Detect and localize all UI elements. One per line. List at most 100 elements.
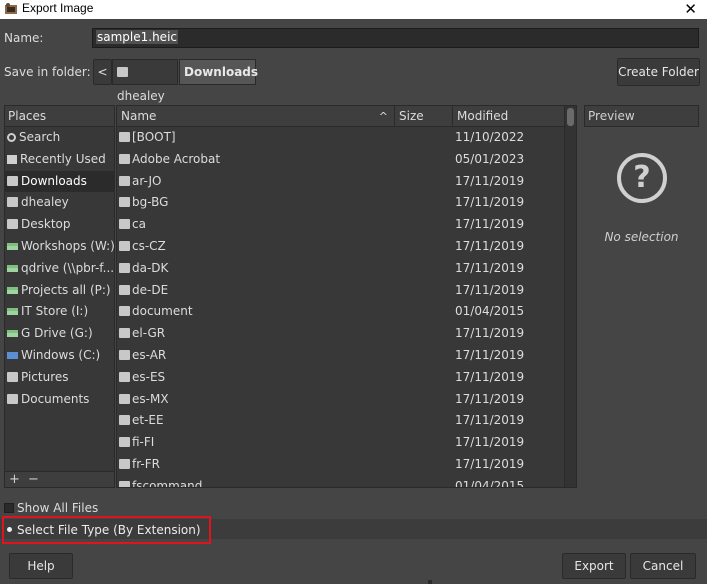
help-button[interactable]: Help bbox=[9, 553, 73, 579]
file-name-cell: cs-CZ bbox=[119, 236, 389, 258]
file-row[interactable]: fr-FR 17/11/2019 bbox=[117, 454, 565, 476]
places-item-label: qdrive (\\pbr-f... bbox=[21, 260, 114, 275]
places-list: Search Recently Used Downloads dhealey Deskt… bbox=[5, 127, 114, 410]
folder-icon bbox=[119, 132, 130, 142]
folder-icon bbox=[119, 371, 130, 382]
file-name: da-DK bbox=[132, 260, 169, 275]
column-header-size[interactable]: Size bbox=[395, 106, 453, 127]
resize-grip bbox=[428, 580, 432, 584]
file-row[interactable]: fscommand 01/04/2015 bbox=[117, 476, 565, 487]
places-item-downloads[interactable]: Downloads bbox=[5, 170, 114, 193]
places-item-workshops-w[interactable]: Workshops (W:) bbox=[5, 236, 114, 258]
drive-icon bbox=[7, 264, 18, 272]
file-modified-cell: 01/04/2015 bbox=[455, 304, 525, 319]
folder-icon bbox=[119, 328, 130, 339]
column-name-label: Name bbox=[121, 109, 157, 123]
file-name-cell: et-EE bbox=[119, 410, 389, 432]
column-header-name[interactable]: Name ^ bbox=[117, 106, 395, 127]
show-all-files-checkbox[interactable]: Show All Files bbox=[4, 501, 98, 515]
file-row[interactable]: et-EE 17/11/2019 bbox=[117, 410, 565, 432]
places-item-search[interactable]: Search bbox=[5, 127, 114, 149]
places-item-recently-used[interactable]: Recently Used bbox=[5, 149, 114, 171]
places-item-qdrive-pbr-f[interactable]: qdrive (\\pbr-f... bbox=[5, 258, 114, 280]
file-name: es-MX bbox=[132, 391, 169, 406]
scrollbar-thumb[interactable] bbox=[567, 108, 574, 126]
question-mark-icon: ? bbox=[617, 153, 667, 203]
file-list-scrollbar[interactable] bbox=[564, 106, 576, 487]
file-row[interactable]: es-MX 17/11/2019 bbox=[117, 389, 565, 411]
filename-input[interactable]: sample1.heic bbox=[92, 28, 699, 48]
file-name: es-ES bbox=[132, 369, 166, 384]
places-item-it-store-i[interactable]: IT Store (I:) bbox=[5, 301, 114, 323]
remove-place-icon[interactable]: − bbox=[28, 472, 39, 487]
places-item-projects-all-p[interactable]: Projects all (P:) bbox=[5, 280, 114, 302]
search-icon bbox=[7, 133, 16, 142]
file-row[interactable]: de-DE 17/11/2019 bbox=[117, 280, 565, 302]
folder-icon bbox=[119, 197, 130, 208]
cancel-button[interactable]: Cancel bbox=[630, 553, 696, 579]
folder-icon bbox=[7, 371, 18, 382]
file-name: fi-FI bbox=[132, 435, 155, 450]
file-modified-cell: 17/11/2019 bbox=[455, 369, 525, 384]
places-item-documents[interactable]: Documents bbox=[5, 389, 114, 411]
file-modified-cell: 17/11/2019 bbox=[455, 391, 525, 406]
places-item-desktop[interactable]: Desktop bbox=[5, 214, 114, 236]
folder-icon bbox=[119, 437, 130, 448]
file-modified-cell: 05/01/2023 bbox=[455, 151, 525, 166]
select-file-type-expander[interactable]: Select File Type (By Extension) bbox=[2, 516, 211, 544]
file-row[interactable]: da-DK 17/11/2019 bbox=[117, 258, 565, 280]
title-bar: Export Image ✕ bbox=[0, 0, 707, 19]
places-item-label: Downloads bbox=[21, 173, 87, 188]
folder-icon bbox=[119, 219, 130, 230]
breadcrumb-downloads[interactable]: Downloads bbox=[179, 59, 258, 85]
file-modified-cell: 17/11/2019 bbox=[455, 326, 525, 341]
places-item-label: dhealey bbox=[21, 195, 69, 210]
file-modified-cell: 17/11/2019 bbox=[455, 413, 525, 428]
file-row[interactable]: ca 17/11/2019 bbox=[117, 214, 565, 236]
add-place-icon[interactable]: + bbox=[9, 472, 20, 487]
close-icon[interactable]: ✕ bbox=[684, 0, 697, 18]
column-header-modified[interactable]: Modified bbox=[453, 106, 565, 127]
drive-icon bbox=[7, 330, 18, 338]
file-row[interactable]: bg-BG 17/11/2019 bbox=[117, 192, 565, 214]
file-name: document bbox=[132, 304, 193, 319]
breadcrumb-label: dhealey bbox=[117, 89, 165, 103]
windows-drive-icon bbox=[7, 351, 18, 359]
sort-ascending-icon: ^ bbox=[378, 110, 388, 123]
file-name: el-GR bbox=[132, 326, 166, 341]
breadcrumb-back-button[interactable]: < bbox=[93, 59, 112, 85]
gimp-app-icon bbox=[5, 3, 17, 14]
places-item-windows-c[interactable]: Windows (C:) bbox=[5, 345, 114, 367]
file-name-cell: el-GR bbox=[119, 323, 389, 345]
file-row[interactable]: document 01/04/2015 bbox=[117, 301, 565, 323]
places-footer: + − bbox=[5, 471, 114, 487]
places-panel: Places Search Recently Used Downloads dheal… bbox=[4, 105, 115, 488]
create-folder-button[interactable]: Create Folder bbox=[617, 58, 700, 86]
places-item-dhealey[interactable]: dhealey bbox=[5, 192, 114, 214]
file-row[interactable]: es-ES 17/11/2019 bbox=[117, 367, 565, 389]
places-item-pictures[interactable]: Pictures bbox=[5, 367, 114, 389]
select-file-type-label: Select File Type (By Extension) bbox=[17, 523, 201, 537]
places-item-label: IT Store (I:) bbox=[21, 304, 89, 319]
file-row[interactable]: fi-FI 17/11/2019 bbox=[117, 432, 565, 454]
no-selection-text: No selection bbox=[604, 230, 679, 244]
file-modified-cell: 17/11/2019 bbox=[455, 217, 525, 232]
file-modified-cell: 17/11/2019 bbox=[455, 282, 525, 297]
file-name-cell: ca bbox=[119, 214, 389, 236]
file-modified-cell: 17/11/2019 bbox=[455, 195, 525, 210]
places-item-label: Search bbox=[19, 130, 61, 144]
file-row[interactable]: cs-CZ 17/11/2019 bbox=[117, 236, 565, 258]
file-row[interactable]: Adobe Acrobat 05/01/2023 bbox=[117, 149, 565, 171]
folder-icon bbox=[7, 175, 18, 186]
places-item-g-drive-g[interactable]: G Drive (G:) bbox=[5, 323, 114, 345]
file-row[interactable]: [BOOT] 11/10/2022 bbox=[117, 127, 565, 149]
breadcrumb-dhealey[interactable]: dhealey bbox=[112, 59, 178, 103]
export-button[interactable]: Export bbox=[562, 553, 626, 579]
folder-icon bbox=[119, 480, 130, 487]
file-row[interactable]: el-GR 17/11/2019 bbox=[117, 323, 565, 345]
places-header[interactable]: Places bbox=[5, 106, 114, 127]
file-row[interactable]: ar-JO 17/11/2019 bbox=[117, 171, 565, 193]
file-name: cs-CZ bbox=[132, 238, 166, 253]
folder-icon bbox=[119, 262, 130, 273]
file-row[interactable]: es-AR 17/11/2019 bbox=[117, 345, 565, 367]
